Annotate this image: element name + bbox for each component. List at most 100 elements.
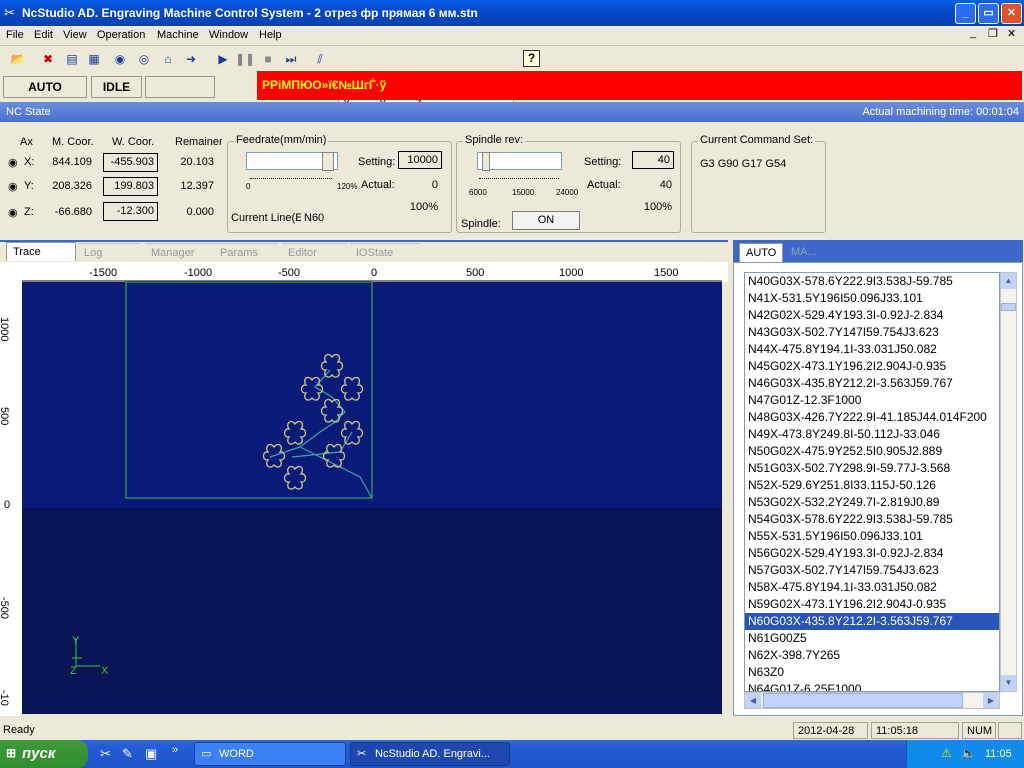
tab-trace[interactable]: Trace (6, 242, 76, 261)
spindle-tick-6000: 6000 (469, 188, 487, 197)
code-line[interactable]: N62X-398.7Y265 (745, 647, 999, 664)
feedrate-setting-value[interactable]: 10000 (398, 151, 442, 169)
code-line[interactable]: N42G02X-529.4Y193.3I-0.92J-2.834 (745, 307, 999, 324)
code-line[interactable]: N54G03X-578.6Y222.9I3.538J-59.785 (745, 511, 999, 528)
tab-auto[interactable]: AUTO (739, 243, 783, 262)
trace-view[interactable]: -1500 -1000 -500 0 500 1000 1500 1000 50… (0, 262, 728, 716)
home-icon[interactable]: ⌂ (158, 49, 178, 69)
code-line[interactable]: N60G03X-435.8Y212.2I-3.563J59.767 (745, 612, 999, 631)
axis-z-indicator: Z (70, 665, 77, 677)
tab-editor[interactable]: Editor (282, 243, 348, 262)
axis-z-radio-icon[interactable]: ◉ (8, 206, 18, 219)
spindle-slider[interactable] (477, 152, 562, 171)
code-line[interactable]: N52X-529.6Y251.8I33.115J-50.126 (745, 477, 999, 494)
code-line[interactable]: N44X-475.8Y194.1I-33.031J50.082 (745, 341, 999, 358)
code-line[interactable]: N46G03X-435.8Y212.2I-3.563J59.767 (745, 375, 999, 392)
code-line[interactable]: N47G01Z-12.3F1000 (745, 392, 999, 409)
feedrate-slider-thumb[interactable] (322, 152, 334, 171)
quicklaunch-app-icon[interactable]: ▣ (145, 746, 157, 762)
hscroll-thumb[interactable] (763, 693, 963, 708)
start-icon[interactable]: ▶ (213, 49, 233, 69)
code-line[interactable]: N55X-531.5Y196I50.096J33.101 (745, 528, 999, 545)
gcode-list[interactable]: N40G03X-578.6Y222.9I3.538J-59.785 N41X-53… (744, 272, 1000, 692)
minimize-button[interactable]: _ (955, 3, 976, 24)
menu-machine[interactable]: Machine (157, 29, 199, 41)
mdi-close-button[interactable]: ✕ (1007, 27, 1016, 40)
code-line[interactable]: N49X-473.8Y249.8I-50.112J-33.046 (745, 426, 999, 443)
close-button[interactable]: ✕ (1001, 3, 1022, 24)
mdi-restore-button[interactable]: ❐ (988, 27, 998, 40)
feedrate-min-tick: 0 (246, 182, 251, 191)
tab-iostate[interactable]: IOState (350, 243, 420, 262)
spindle-signal-icon[interactable]: ◎ (134, 49, 154, 69)
trace-plot[interactable]: -1500 -1000 -500 0 500 1000 1500 1000 50… (0, 262, 728, 716)
x-tick-minus1500: -1500 (89, 267, 117, 279)
code-line[interactable]: N45G02X-473.1Y196.2I2.904J-0.935 (745, 358, 999, 375)
code-line[interactable]: N64G01Z-6.25F1000 (745, 681, 999, 691)
code-line[interactable]: N57G03X-502.7Y147I59.754J3.623 (745, 562, 999, 579)
start-button[interactable]: ⊞ пуск (0, 740, 88, 768)
goto-icon[interactable]: ➜ (181, 49, 201, 69)
scroll-down-button[interactable]: ▼ (1001, 675, 1016, 691)
code-horizontal-scrollbar[interactable]: ◀ ▶ (744, 692, 1000, 709)
step-icon[interactable]: ⏭ (281, 49, 301, 69)
help-icon[interactable]: ? (523, 50, 540, 67)
axis-x-radio-icon[interactable]: ◉ (8, 156, 18, 169)
spindle-slider-thumb[interactable] (482, 152, 490, 171)
maximize-button[interactable]: ▭ (978, 3, 999, 24)
menu-operation[interactable]: Operation (97, 29, 145, 41)
spindle-setting-value[interactable]: 40 (632, 151, 674, 169)
scroll-up-button[interactable]: ▲ (1001, 273, 1016, 289)
scroll-left-button[interactable]: ◀ (745, 693, 761, 708)
menu-window[interactable]: Window (209, 29, 248, 41)
code-line[interactable]: N56G02X-529.4Y193.3I-0.92J-2.834 (745, 545, 999, 562)
simulate-icon[interactable]: ▦ (84, 49, 104, 69)
tab-params[interactable]: Params (214, 243, 278, 262)
view-tabs: Trace Log Manager Params Editor IOState (0, 240, 728, 262)
code-vertical-scrollbar[interactable]: ▲ ▼ (1000, 272, 1017, 692)
advanced-start-icon[interactable]: ⫽ (310, 49, 330, 69)
app-icon[interactable]: ✂ (4, 5, 15, 21)
stop-icon[interactable]: ■ (258, 49, 278, 69)
scroll-thumb[interactable] (1001, 303, 1016, 311)
tray-volume-icon[interactable]: 🔈 (961, 746, 976, 760)
code-line[interactable]: N50G02X-475.9Y252.5I0.905J2.889 (745, 443, 999, 460)
tab-log[interactable]: Log (78, 243, 140, 262)
axis-y-radio-icon[interactable]: ◉ (8, 180, 18, 193)
spindle-on-button[interactable]: ON (512, 211, 580, 230)
scroll-right-button[interactable]: ▶ (983, 693, 999, 708)
y-tick-minus500: -500 (0, 597, 10, 619)
signal-icon[interactable]: ◉ (110, 49, 130, 69)
feedrate-slider[interactable] (246, 152, 338, 171)
tab-manual[interactable]: MA... (785, 243, 829, 262)
tab-manager[interactable]: Manager (145, 243, 215, 262)
code-line[interactable]: N43G03X-502.7Y147I59.754J3.623 (745, 324, 999, 341)
code-line[interactable]: N41X-531.5Y196I50.096J33.101 (745, 290, 999, 307)
quicklaunch-tool-icon[interactable]: ✎ (122, 746, 133, 762)
close-file-icon[interactable]: ✖ (38, 49, 58, 69)
quicklaunch-more-icon[interactable]: » (172, 744, 178, 756)
mdi-minimize-button[interactable]: _ (970, 27, 976, 39)
menu-help[interactable]: Help (259, 29, 282, 41)
header-remainder: Remainer (175, 136, 222, 148)
open-file-icon[interactable]: 📂 (8, 49, 28, 69)
menu-edit[interactable]: Edit (34, 29, 53, 41)
taskbar-ncstudio[interactable]: ✂ NcStudio AD. Engravi... (350, 742, 510, 766)
menu-view[interactable]: View (63, 29, 87, 41)
pause-icon[interactable]: ❚❚ (235, 49, 255, 69)
code-line[interactable]: N63Z0 (745, 664, 999, 681)
spindle-label: Spindle: (461, 218, 501, 230)
code-line[interactable]: N51G03X-502.7Y298.9I-59.77J-3.568 (745, 460, 999, 477)
taskbar-word[interactable]: ▭ WORD (194, 742, 346, 766)
code-line[interactable]: N40G03X-578.6Y222.9I3.538J-59.785 (745, 273, 999, 290)
y-tick-minus10: -10 (0, 690, 10, 706)
tray-warning-icon[interactable]: ⚠ (941, 746, 952, 760)
quicklaunch-ncstudio-icon[interactable]: ✂ (100, 746, 111, 762)
menu-file[interactable]: File (6, 29, 24, 41)
editor-icon[interactable]: ▤ (62, 49, 82, 69)
code-line[interactable]: N61G00Z5 (745, 630, 999, 647)
code-line[interactable]: N48G03X-426.7Y222.9I-41.185J44.014F200 (745, 409, 999, 426)
code-line[interactable]: N53G02X-532.2Y249.7I-2.819J0.89 (745, 494, 999, 511)
code-line[interactable]: N59G02X-473.1Y196.2I2.904J-0.935 (745, 596, 999, 613)
code-line[interactable]: N58X-475.8Y194.1I-33.031J50.082 (745, 579, 999, 596)
